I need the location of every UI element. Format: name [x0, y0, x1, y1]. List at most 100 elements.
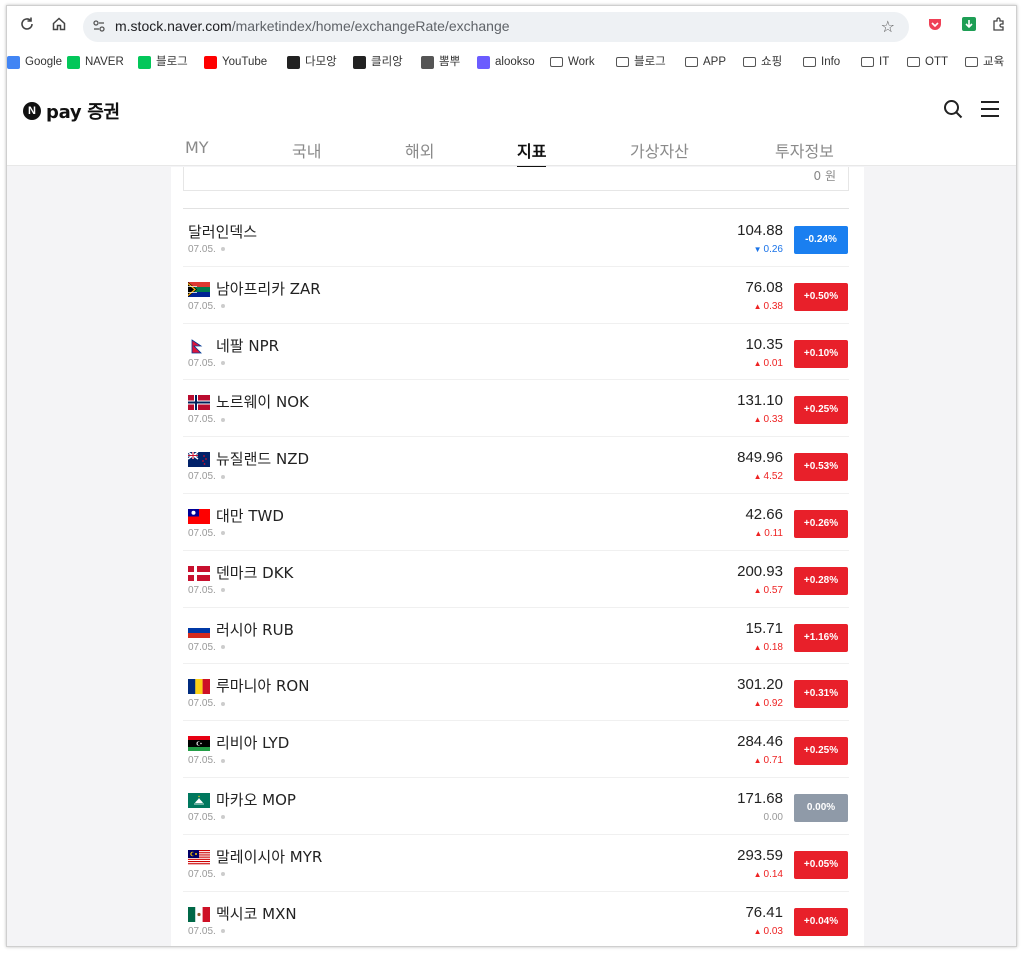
up-triangle-icon: ▲ [753, 642, 762, 652]
rate-change: ▼ 0.26 [753, 244, 783, 255]
page-content: N pay 증권 MY 국내 해외 지표 가상자산 투자정보 0 원 달러인덱스 07.05… [7, 78, 1016, 946]
bookmark-item[interactable]: 블로그 [138, 52, 188, 72]
currency-name: 러시아 RUB [216, 620, 294, 639]
bookmark-item[interactable]: alookso [477, 52, 535, 72]
url-path: /marketindex/home/exchangeRate/exchange [231, 18, 510, 34]
tw-flag-icon [188, 508, 210, 524]
bookmark-item[interactable]: 교육 [965, 52, 1004, 72]
rate-price: 10.35 [745, 335, 783, 353]
bookmark-item[interactable]: APP [685, 52, 726, 72]
status-dot-icon [220, 588, 225, 593]
rate-date: 07.05. [188, 926, 225, 937]
exchange-rate-row[interactable]: 달러인덱스 07.05. 104.88 ▼ 0.26 -0.24% [183, 210, 849, 267]
bookmark-item[interactable]: 뽐뿌 [421, 52, 460, 72]
rate-price: 284.46 [737, 733, 783, 751]
bookmark-item[interactable]: YouTube [204, 52, 267, 72]
menu-icon[interactable] [979, 98, 1001, 120]
rate-price: 301.20 [737, 676, 783, 694]
exchange-rate-row[interactable]: 덴마크 DKK 07.05. 200.93 ▲ 0.57 +0.28% [183, 551, 849, 608]
tab-item[interactable]: 국내 [292, 138, 321, 162]
extension-save-icon[interactable] [959, 16, 979, 36]
tab-item[interactable]: MY [185, 138, 209, 157]
status-dot-icon [220, 304, 225, 309]
tab-item[interactable]: 해외 [405, 138, 434, 162]
alookso-icon [477, 55, 490, 69]
bookmark-item[interactable]: 다모앙 [287, 52, 337, 72]
change-percent-badge: +0.28% [794, 566, 848, 595]
dk-flag-icon [188, 565, 210, 581]
currency-name: 대만 TWD [216, 506, 284, 525]
pocket-icon[interactable] [925, 16, 945, 36]
rate-date: 07.05. [188, 755, 225, 766]
site-info-icon[interactable] [91, 19, 107, 35]
rate-date: 07.05. [188, 869, 225, 880]
change-percent-badge: +0.53% [794, 453, 848, 482]
bookmark-item[interactable]: OTT [907, 52, 948, 72]
rate-change: ▲ 0.38 [753, 300, 783, 312]
exchange-rate-row[interactable]: 마카오 MOP 07.05. 171.68 0.00 0.00% [183, 778, 849, 835]
bookmark-item[interactable]: Work [550, 52, 595, 72]
extensions-puzzle-icon[interactable] [989, 16, 1009, 36]
main-tabs: MY 국내 해외 지표 가상자산 투자정보 [7, 134, 1016, 168]
rate-date: 07.05. [188, 698, 225, 709]
damoang-icon [287, 55, 300, 69]
rate-date: 07.05. [188, 358, 225, 369]
za-flag-icon [188, 281, 210, 297]
url-text[interactable]: m.stock.naver.com/marketindex/home/excha… [115, 18, 510, 34]
rate-price: 76.41 [745, 903, 783, 921]
bookmark-label: IT [879, 56, 890, 68]
status-dot-icon [220, 417, 225, 422]
change-percent-badge: +0.26% [794, 509, 848, 538]
rate-change: ▲ 0.57 [753, 584, 783, 596]
exchange-rate-row[interactable]: 남아프리카 ZAR 07.05. 76.08 ▲ 0.38 +0.50% [183, 267, 849, 324]
ppomppu-icon [421, 55, 434, 69]
reload-icon[interactable] [17, 16, 37, 36]
change-percent-badge: 0.00% [794, 793, 848, 822]
home-icon[interactable] [49, 16, 69, 36]
bookmark-label: Work [568, 56, 595, 68]
rate-price: 293.59 [737, 846, 783, 864]
bookmark-item[interactable]: 쇼핑 [743, 52, 782, 72]
exchange-rate-row[interactable]: 노르웨이 NOK 07.05. 131.10 ▲ 0.33 +0.25% [183, 380, 849, 438]
rate-change: 0.00 [763, 811, 783, 823]
currency-name: 달러인덱스 [188, 223, 258, 241]
currency-name: 노르웨이 NOK [216, 393, 309, 412]
exchange-rate-row[interactable]: 루마니아 RON 07.05. 301.20 ▲ 0.92 +0.31% [183, 664, 849, 722]
bookmark-item[interactable]: 블로그 [616, 52, 666, 72]
bookmark-item[interactable]: IT [861, 52, 889, 72]
tab-item[interactable]: 지표 [517, 138, 547, 168]
exchange-rate-row[interactable]: 네팔 NPR 07.05. 10.35 ▲ 0.01 +0.10% [183, 324, 849, 381]
bookmark-label: 블로그 [156, 56, 188, 68]
rate-change: ▲ 0.33 [753, 414, 783, 426]
up-triangle-icon: ▲ [753, 869, 762, 879]
bookmark-label: 쇼핑 [761, 56, 783, 68]
bookmark-label: Google [25, 56, 63, 68]
exchange-rate-row[interactable]: 러시아 RUB 07.05. 15.71 ▲ 0.18 +1.16% [183, 608, 849, 665]
rate-change: ▲ 0.11 [754, 527, 783, 539]
exchange-rate-row[interactable]: 뉴질랜드 NZD 07.05. 849.96 ▲ 4.52 +0.53% [183, 437, 849, 494]
bookmark-star-icon[interactable]: ☆ [881, 17, 895, 36]
change-percent-badge: +0.10% [794, 339, 848, 368]
tab-item[interactable]: 가상자산 [630, 138, 689, 162]
status-dot-icon [220, 474, 225, 479]
ro-flag-icon [188, 679, 210, 695]
my-flag-icon [188, 849, 210, 865]
address-bar[interactable]: m.stock.naver.com/marketindex/home/excha… [83, 12, 909, 42]
bookmark-label: 클리앙 [371, 56, 403, 68]
bookmark-item[interactable]: NAVER [67, 52, 124, 72]
exchange-rate-row[interactable]: 멕시코 MXN 07.05. 76.41 ▲ 0.03 +0.04% [183, 892, 849, 946]
rate-date: 07.05. [188, 812, 225, 823]
bookmark-item[interactable]: Info [803, 52, 840, 72]
search-icon[interactable] [942, 98, 964, 120]
ly-flag-icon [188, 736, 210, 752]
exchange-rate-row[interactable]: 리비아 LYD 07.05. 284.46 ▲ 0.71 +0.25% [183, 721, 849, 778]
up-triangle-icon: ▲ [753, 756, 762, 766]
up-triangle-icon: ▲ [754, 528, 763, 538]
npay-stock-logo[interactable]: N pay 증권 [23, 98, 120, 124]
exchange-rate-row[interactable]: 말레이시아 MYR 07.05. 293.59 ▲ 0.14 +0.05% [183, 835, 849, 892]
tab-item[interactable]: 투자정보 [775, 138, 834, 162]
bookmark-item[interactable]: Google [7, 52, 62, 72]
exchange-rate-row[interactable]: 대만 TWD 07.05. 42.66 ▲ 0.11 +0.26% [183, 494, 849, 551]
bookmark-item[interactable]: 클리앙 [353, 52, 403, 72]
rate-price: 131.10 [737, 392, 783, 410]
